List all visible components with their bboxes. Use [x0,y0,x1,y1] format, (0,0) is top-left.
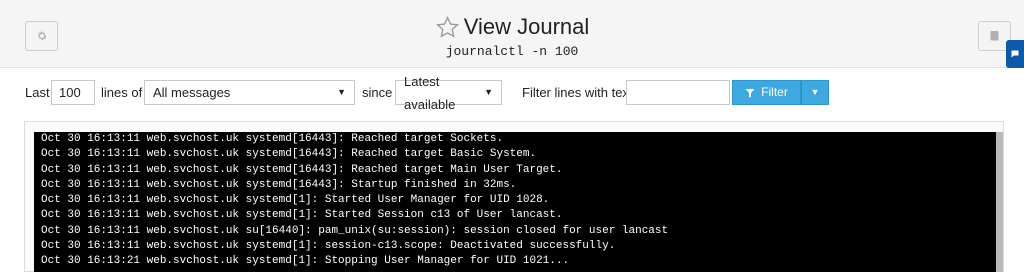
journal-output: Oct 30 16:13:11 web.svchost.uk systemd[1… [34,132,996,272]
filter-text-label: Filter lines with text [522,85,633,100]
log-line: Oct 30 16:13:11 web.svchost.uk systemd[1… [41,194,550,207]
filter-button-label: Filter [761,85,788,99]
log-line: Oct 30 16:13:11 web.svchost.uk systemd[1… [41,133,504,145]
lines-count-input[interactable]: 100 [51,80,95,105]
page-header: View Journal journalctl -n 100 [0,0,1024,68]
log-line: Oct 30 16:13:11 web.svchost.uk systemd[1… [41,163,563,176]
log-line: Oct 30 16:13:11 web.svchost.uk systemd[1… [41,240,616,253]
caret-down-icon: ▼ [484,87,493,97]
log-line: Oct 30 16:13:11 web.svchost.uk systemd[1… [41,148,537,161]
funnel-icon [745,88,755,97]
caret-down-icon: ▼ [810,87,820,97]
journal-toolbar: Last 100 lines of All messages ▼ since L… [0,74,1024,112]
page-title: View Journal [463,14,590,39]
log-line: Oct 30 16:13:11 web.svchost.uk su[16440]… [41,224,669,237]
log-line: Oct 30 16:13:11 web.svchost.uk systemd[1… [41,178,517,191]
log-scrollbar[interactable] [996,132,1003,272]
last-label: Last [25,85,50,100]
log-line: Oct 30 16:13:11 web.svchost.uk systemd[1… [41,209,563,222]
filter-dropdown-toggle[interactable]: ▼ [801,80,829,105]
star-outline-icon[interactable] [435,15,460,40]
filter-button[interactable]: Filter [732,80,801,105]
command-subtitle: journalctl -n 100 [445,44,579,59]
log-line: Oct 30 16:13:21 web.svchost.uk systemd[1… [41,255,570,268]
since-select-value: Latest available [404,73,456,112]
side-help-tab[interactable] [1006,40,1024,68]
messages-select[interactable]: All messages ▼ [144,80,355,105]
messages-select-value: All messages [153,85,231,100]
caret-down-icon: ▼ [337,87,346,97]
lines-of-label: lines of [101,85,143,100]
since-select[interactable]: Latest available ▼ [395,74,502,112]
chat-icon [1011,50,1019,58]
since-label: since [362,85,393,100]
filter-text-input[interactable] [626,80,730,105]
book-icon [990,31,999,41]
